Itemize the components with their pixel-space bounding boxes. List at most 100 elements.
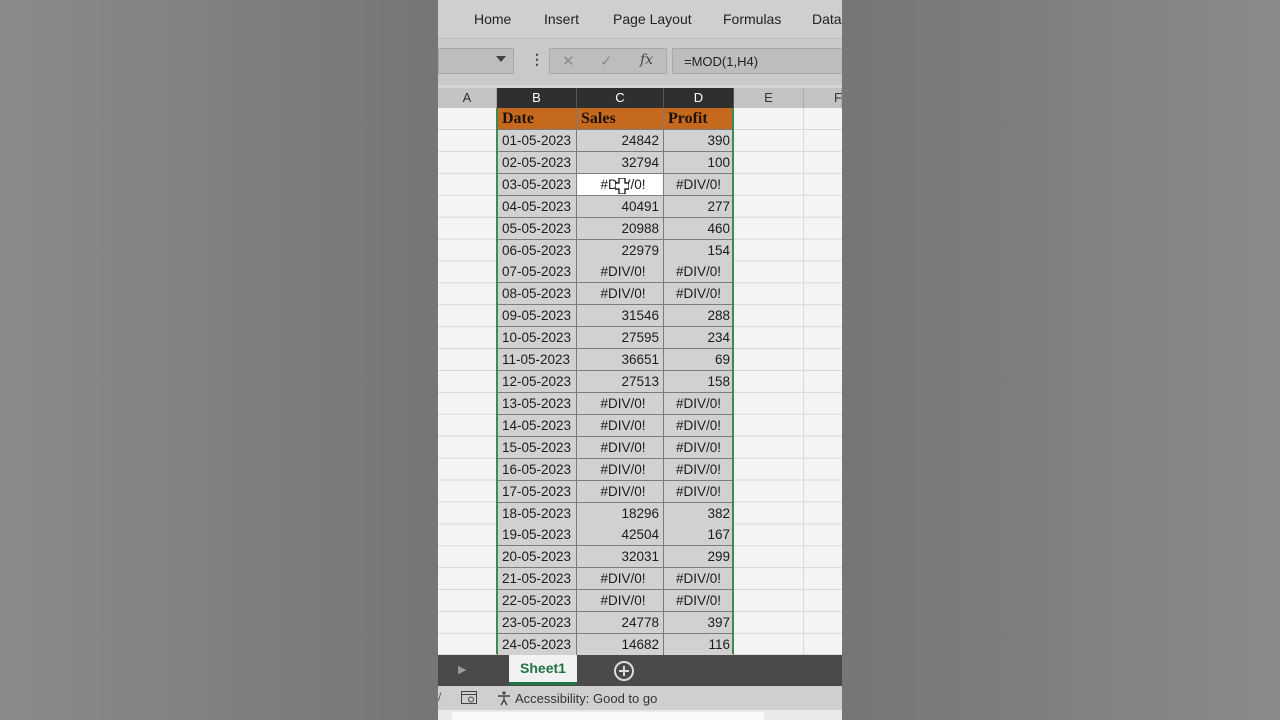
more-options-icon[interactable]: ⋮: [530, 51, 544, 68]
date-cell[interactable]: 22-05-2023: [497, 590, 577, 613]
profit-cell[interactable]: 100: [664, 151, 734, 174]
accessibility-status[interactable]: Accessibility: Good to go: [515, 691, 657, 706]
column-header-c[interactable]: C: [577, 88, 664, 108]
sales-cell[interactable]: 31546: [577, 305, 664, 328]
sales-cell[interactable]: #DIV/0!: [577, 436, 664, 459]
scroll-sheets-icon[interactable]: ▶: [458, 663, 466, 676]
column-header-a[interactable]: A: [438, 88, 497, 108]
cancel-icon[interactable]: ✕: [562, 52, 575, 70]
sales-cell[interactable]: #DIV/0!: [577, 590, 664, 613]
sales-cell[interactable]: 32794: [577, 151, 664, 174]
sales-cell[interactable]: #DIV/0!: [577, 261, 664, 284]
accessibility-icon[interactable]: [496, 690, 512, 706]
date-cell[interactable]: 15-05-2023: [497, 436, 577, 459]
tab-page-layout[interactable]: Page Layout: [613, 11, 692, 27]
date-cell[interactable]: 19-05-2023: [497, 524, 577, 547]
sales-cell[interactable]: 14682: [577, 634, 664, 657]
sales-cell[interactable]: 18296: [577, 502, 664, 525]
sales-cell[interactable]: 27595: [577, 327, 664, 350]
table-row: 04-05-2023 40491 277: [497, 195, 734, 218]
profit-cell[interactable]: 154: [664, 239, 734, 262]
tab-formulas[interactable]: Formulas: [723, 11, 781, 27]
profit-cell[interactable]: 277: [664, 195, 734, 218]
enter-icon[interactable]: ✓: [600, 52, 613, 70]
profit-cell[interactable]: 299: [664, 546, 734, 569]
date-cell[interactable]: 12-05-2023: [497, 371, 577, 394]
date-cell[interactable]: 14-05-2023: [497, 414, 577, 437]
profit-cell[interactable]: #DIV/0!: [664, 173, 734, 196]
sales-cell[interactable]: 27513: [577, 371, 664, 394]
chevron-down-icon[interactable]: [496, 56, 506, 62]
date-cell[interactable]: 01-05-2023: [497, 129, 577, 152]
sales-cell[interactable]: #DIV/0!: [577, 392, 664, 415]
sales-cell[interactable]: #DIV/0!: [577, 568, 664, 591]
column-header-f[interactable]: F: [804, 88, 842, 108]
profit-cell[interactable]: 167: [664, 524, 734, 547]
date-cell[interactable]: 08-05-2023: [497, 283, 577, 306]
date-cell[interactable]: 06-05-2023: [497, 239, 577, 262]
date-cell[interactable]: 23-05-2023: [497, 612, 577, 635]
profit-cell[interactable]: #DIV/0!: [664, 480, 734, 503]
column-header-d[interactable]: D: [664, 88, 734, 108]
sales-cell[interactable]: 32031: [577, 546, 664, 569]
profit-cell[interactable]: 390: [664, 129, 734, 152]
date-cell[interactable]: 17-05-2023: [497, 480, 577, 503]
column-header-b[interactable]: B: [497, 88, 577, 108]
sales-cell[interactable]: 20988: [577, 217, 664, 240]
header-date[interactable]: Date: [497, 108, 577, 130]
tab-data[interactable]: Data: [812, 11, 842, 27]
date-cell[interactable]: 02-05-2023: [497, 151, 577, 174]
sales-cell[interactable]: #DIV/0!: [577, 480, 664, 503]
date-cell[interactable]: 24-05-2023: [497, 634, 577, 657]
sales-cell[interactable]: 22979: [577, 239, 664, 262]
sales-cell[interactable]: 24778: [577, 612, 664, 635]
date-cell[interactable]: 07-05-2023: [497, 261, 577, 284]
sales-cell[interactable]: #DIV/0!: [577, 414, 664, 437]
date-cell[interactable]: 11-05-2023: [497, 349, 577, 372]
profit-cell[interactable]: #DIV/0!: [664, 392, 734, 415]
insert-function-icon[interactable]: fx: [640, 52, 653, 68]
date-cell[interactable]: 21-05-2023: [497, 568, 577, 591]
profit-cell[interactable]: #DIV/0!: [664, 590, 734, 613]
profit-cell[interactable]: 397: [664, 612, 734, 635]
header-sales[interactable]: Sales: [577, 108, 664, 130]
name-box[interactable]: [438, 48, 514, 74]
formula-input[interactable]: =MOD(1,H4): [672, 48, 842, 74]
profit-cell[interactable]: 382: [664, 502, 734, 525]
profit-cell[interactable]: 288: [664, 305, 734, 328]
macro-record-icon[interactable]: [461, 691, 477, 704]
date-cell[interactable]: 13-05-2023: [497, 392, 577, 415]
profit-cell[interactable]: #DIV/0!: [664, 568, 734, 591]
sales-cell[interactable]: 40491: [577, 195, 664, 218]
profit-cell[interactable]: 460: [664, 217, 734, 240]
sheet-tab-sheet1[interactable]: Sheet1: [509, 655, 577, 685]
sales-cell[interactable]: #DIV/0!: [577, 283, 664, 306]
date-cell[interactable]: 04-05-2023: [497, 195, 577, 218]
profit-cell[interactable]: #DIV/0!: [664, 458, 734, 481]
add-sheet-icon[interactable]: [614, 661, 634, 681]
date-cell[interactable]: 16-05-2023: [497, 458, 577, 481]
date-cell[interactable]: 09-05-2023: [497, 305, 577, 328]
date-cell[interactable]: 20-05-2023: [497, 546, 577, 569]
profit-cell[interactable]: #DIV/0!: [664, 261, 734, 284]
profit-cell[interactable]: #DIV/0!: [664, 414, 734, 437]
profit-cell[interactable]: 158: [664, 371, 734, 394]
tab-home[interactable]: Home: [474, 11, 511, 27]
sales-cell[interactable]: 24842: [577, 129, 664, 152]
date-cell[interactable]: 10-05-2023: [497, 327, 577, 350]
sales-cell[interactable]: #DIV/0!: [577, 458, 664, 481]
tab-insert[interactable]: Insert: [544, 11, 579, 27]
date-cell[interactable]: 18-05-2023: [497, 502, 577, 525]
column-header-e[interactable]: E: [734, 88, 804, 108]
profit-cell[interactable]: #DIV/0!: [664, 283, 734, 306]
header-profit[interactable]: Profit: [664, 108, 734, 130]
sales-cell[interactable]: 42504: [577, 524, 664, 547]
date-cell[interactable]: 05-05-2023: [497, 217, 577, 240]
profit-cell[interactable]: 116: [664, 634, 734, 657]
date-cell[interactable]: 03-05-2023: [497, 173, 577, 196]
profit-cell[interactable]: #DIV/0!: [664, 436, 734, 459]
profit-cell[interactable]: 69: [664, 349, 734, 372]
worksheet-grid[interactable]: Date Sales Profit 01-05-2023 24842 390 02-0…: [438, 108, 842, 657]
sales-cell[interactable]: 36651: [577, 349, 664, 372]
profit-cell[interactable]: 234: [664, 327, 734, 350]
